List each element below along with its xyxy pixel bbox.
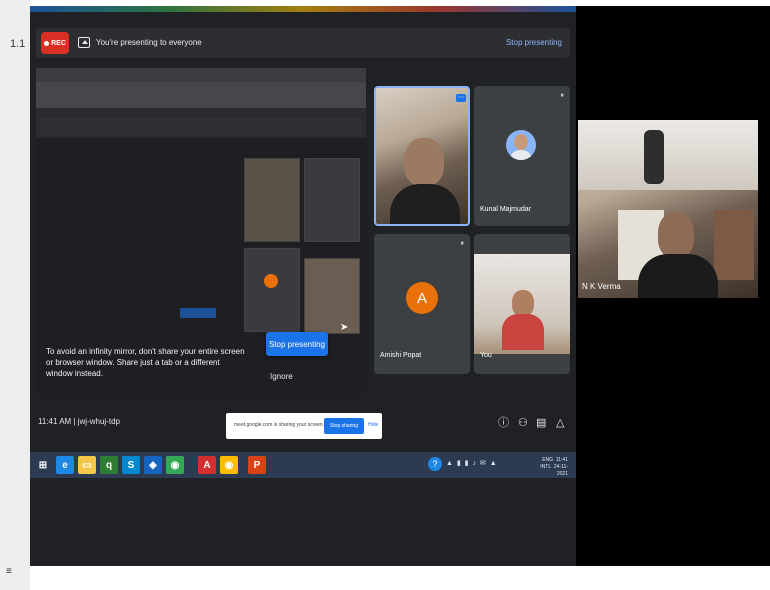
tray-icons[interactable]: ▲ ▮ ▮ ♪ ✉ ▲ <box>446 459 498 467</box>
system-tray: ? ▲ ▮ ▮ ♪ ✉ ▲ ENG 11:41 INTL 24-11-2021 <box>428 456 568 477</box>
participant-name: Kunal Majmudar <box>480 206 531 213</box>
mirror-tile <box>244 248 300 332</box>
participant-body <box>502 314 544 350</box>
mirror-presenting-bar <box>40 118 362 136</box>
person-body <box>638 254 718 298</box>
mic-off-icon: ⏸ <box>460 240 465 247</box>
tray-language: ENG <box>542 457 554 463</box>
margin-mark: ≡ <box>6 566 12 577</box>
ceiling <box>578 120 758 190</box>
info-icon[interactable]: ⓘ <box>498 416 509 430</box>
tray-date: 24-11-2021 <box>553 464 568 477</box>
screen-sharing-notice: meet.google.com is sharing your screen. … <box>226 413 382 439</box>
participant-body <box>390 184 460 224</box>
tray-time: 11:41 <box>555 457 568 463</box>
participant-tile-amishi[interactable]: A ⏸ Amishi Popat <box>374 234 470 374</box>
screen: 1.1 ≡ REC You're presenting to everyone … <box>0 0 770 590</box>
windows-start-icon[interactable]: ⊞ <box>34 456 52 474</box>
hide-button[interactable]: Hide <box>368 422 378 428</box>
participant-video <box>404 138 444 186</box>
slide-number: 1.1 <box>10 38 26 50</box>
chrome-icon[interactable]: ◉ <box>166 456 184 474</box>
self-webcam: N K Verma <box>578 120 758 298</box>
meet-window: REC You're presenting to everyone Stop p… <box>30 6 576 566</box>
meet-bottom-bar: 11:41 AM | jwj-whuj-tdp meet.google.com … <box>30 406 576 442</box>
help-icon[interactable]: ? <box>428 457 442 471</box>
recording-label: REC <box>51 39 66 47</box>
browser-top-edge <box>30 6 576 12</box>
chat-icon[interactable]: ▤ <box>536 416 546 430</box>
more-options-icon[interactable]: ⋯ <box>456 94 466 102</box>
self-name-label: N K Verma <box>582 282 621 291</box>
app-icon[interactable]: ◈ <box>144 456 162 474</box>
person-head <box>658 212 694 258</box>
presenting-status: You're presenting to everyone <box>96 38 202 47</box>
meeting-time-code: 11:41 AM | jwj-whuj-tdp <box>38 417 120 426</box>
participant-name: You <box>480 352 492 359</box>
powerpoint-icon[interactable]: P <box>248 456 266 474</box>
mirror-addressbar <box>36 82 366 108</box>
windows-taskbar: ⊞ e ▭ q S ◈ ◉ A ◉ P ? ▲ ▮ ▮ ♪ ✉ ▲ ENG 11… <box>30 452 576 478</box>
participant-name: Amishi Popat <box>380 352 422 359</box>
cursor-icon: ➤ <box>340 322 349 333</box>
people-icon[interactable]: ⚇ <box>518 416 528 430</box>
participant-video <box>512 290 534 316</box>
acrobat-icon[interactable]: A <box>198 456 216 474</box>
stop-presenting-button[interactable]: Stop presenting <box>266 332 328 356</box>
cabinet <box>714 210 754 280</box>
stop-sharing-button[interactable]: Stop sharing <box>324 418 364 434</box>
tray-region: INTL <box>540 464 552 470</box>
mirror-avatar <box>264 274 278 288</box>
activities-icon[interactable]: △ <box>556 416 564 430</box>
participant-tile-presenter[interactable]: ⋯ <box>374 86 470 226</box>
mirror-tile <box>304 258 360 334</box>
skype-icon[interactable]: S <box>122 456 140 474</box>
ignore-button[interactable]: Ignore <box>270 372 293 381</box>
quickbooks-icon[interactable]: q <box>100 456 118 474</box>
recording-badge: REC <box>41 32 69 54</box>
internet-explorer-icon[interactable]: e <box>56 456 74 474</box>
present-screen-icon <box>78 37 90 48</box>
participant-photo <box>506 130 536 160</box>
infinity-mirror-warning: To avoid an infinity mirror, don't share… <box>46 347 245 378</box>
participant-avatar: A <box>406 282 438 314</box>
file-explorer-icon[interactable]: ▭ <box>78 456 96 474</box>
chrome-window-icon[interactable]: ◉ <box>220 456 238 474</box>
presenting-bar: REC You're presenting to everyone Stop p… <box>36 28 570 58</box>
mirror-tile <box>304 158 360 242</box>
left-margin: 1.1 ≡ <box>0 0 30 590</box>
mirror-tile <box>244 158 300 242</box>
mic-off-icon: ⏸ <box>560 92 565 99</box>
stop-presenting-link[interactable]: Stop presenting <box>506 38 562 47</box>
record-dot-icon <box>44 40 50 46</box>
ceiling-fan <box>644 130 664 184</box>
mirror-tabbar <box>36 68 366 82</box>
mirror-button <box>180 308 216 318</box>
participant-tile-you[interactable]: You <box>474 234 570 374</box>
participant-tile-kunal[interactable]: ⏸ Kunal Majmudar <box>474 86 570 226</box>
tray-clock: ENG 11:41 INTL 24-11-2021 <box>536 457 568 478</box>
sharing-text: meet.google.com is sharing your screen. <box>234 422 325 428</box>
